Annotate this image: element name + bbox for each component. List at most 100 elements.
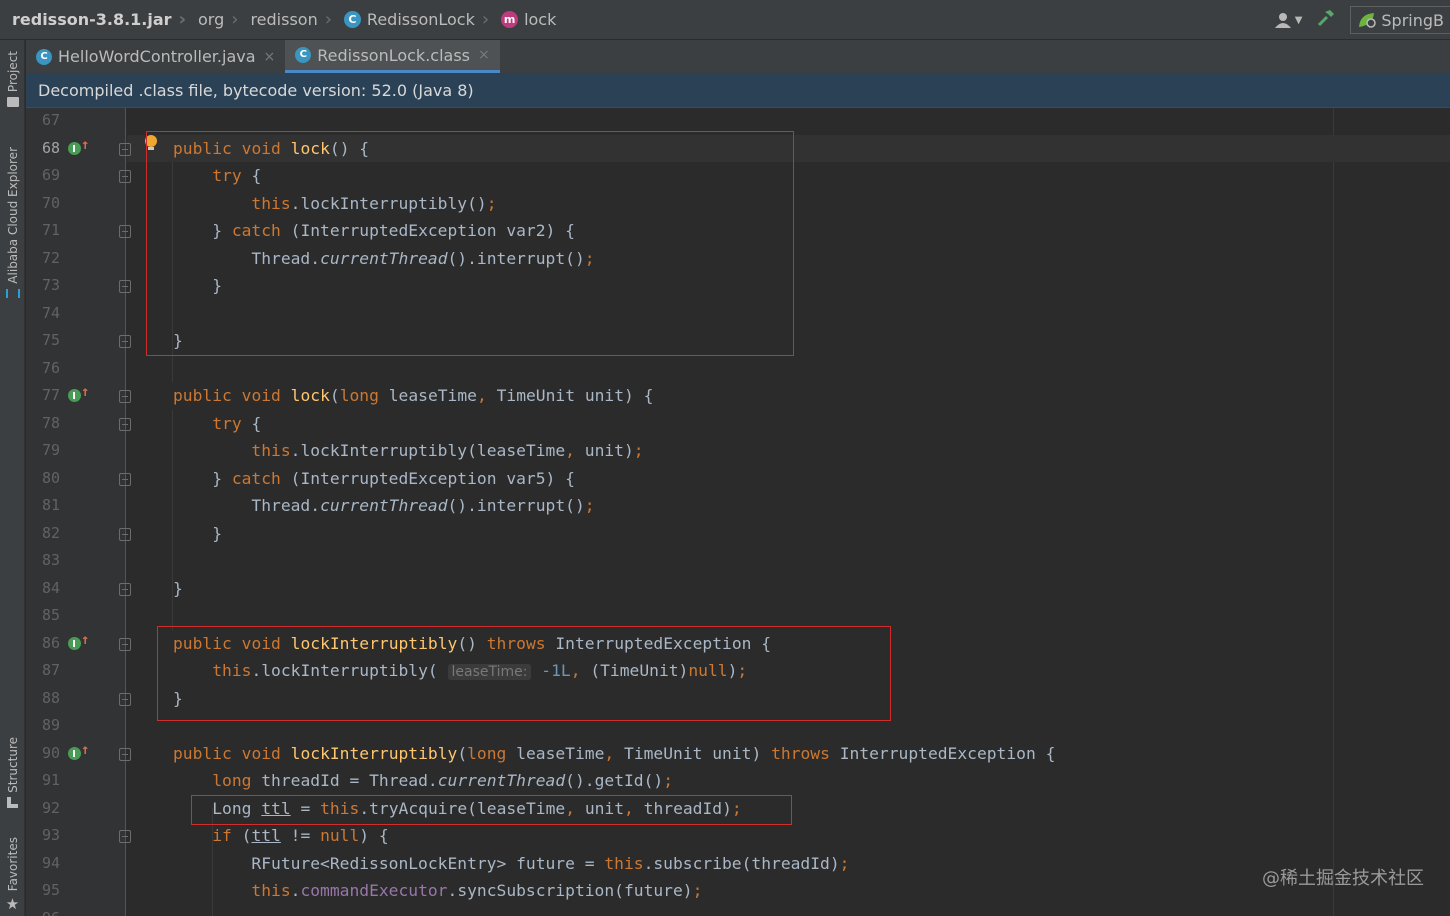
code-token: throws [771, 744, 830, 763]
editor-tab-bar: C HelloWordController.java × C RedissonL… [26, 40, 1450, 73]
fold-marker-icon[interactable] [119, 280, 131, 293]
code-token: currentThread [437, 771, 566, 790]
breadcrumb-method[interactable]: m lock [489, 0, 556, 40]
code-token: long [339, 386, 379, 405]
favorites-label: Favorites [5, 836, 20, 892]
chevron-right-icon: › [481, 9, 490, 30]
code-token: void [241, 744, 281, 763]
breadcrumb-label: RedissonLock [366, 10, 475, 29]
fold-marker-icon[interactable] [119, 335, 131, 348]
close-icon[interactable]: × [264, 49, 276, 65]
code-token: long [212, 771, 252, 790]
fold-marker-icon[interactable] [119, 418, 131, 431]
line-number: 76 [41, 359, 60, 377]
implements-method-icon[interactable]: ↑ [68, 742, 92, 762]
line-number: 90 [41, 744, 60, 762]
code-token: RFuture<RedissonLockEntry> [251, 854, 507, 873]
close-icon[interactable]: × [478, 47, 490, 63]
code-token: Thread [369, 771, 428, 790]
code-token: threadId [751, 854, 830, 873]
fold-marker-icon[interactable] [119, 583, 131, 596]
code-editor[interactable]: 67 68 69 70 71 72 73 74 75 76 77 78 79 8… [26, 108, 1450, 916]
code-token: public [173, 744, 232, 763]
line-number: 88 [41, 689, 60, 707]
fold-marker-icon[interactable] [119, 748, 131, 761]
code-token: leaseTime [388, 386, 477, 405]
fold-marker-icon[interactable] [119, 390, 131, 403]
fold-marker-icon[interactable] [119, 225, 131, 238]
annotation-box-lockinterruptibly [157, 626, 891, 721]
code-line-93[interactable]: if (ttl != null) { [173, 826, 389, 845]
code-token: TimeUnit [496, 386, 576, 405]
code-token: syncSubscription [457, 881, 615, 900]
code-line-78[interactable]: try { [173, 414, 261, 433]
tab-label: RedissonLock.class [317, 45, 470, 65]
code-token: lockInterruptibly [290, 744, 458, 763]
code-token: getId [594, 771, 644, 790]
structure-tool-button[interactable]: Structure [0, 730, 25, 815]
method-icon: m [501, 11, 519, 28]
line-number: 82 [41, 524, 60, 542]
code-token: InterruptedException [300, 469, 497, 488]
breadcrumb-package-redisson[interactable]: redisson › [238, 0, 331, 40]
code-line-82[interactable]: } [173, 524, 222, 543]
code-area[interactable]: 67 68 69 70 71 72 73 74 75 76 77 78 79 8… [26, 108, 1450, 916]
alibaba-cloud-explorer-label: Alibaba Cloud Explorer [5, 146, 20, 284]
breadcrumb-package-org[interactable]: org › [186, 0, 238, 40]
line-number: 83 [41, 551, 60, 569]
code-line-81[interactable]: Thread.currentThread().interrupt(); [173, 496, 594, 515]
alibaba-cloud-explorer-tool-button[interactable]: Alibaba Cloud Explorer [0, 140, 25, 305]
code-line-94[interactable]: RFuture<RedissonLockEntry> future = this… [173, 854, 849, 873]
code-line-95[interactable]: this.commandExecutor.syncSubscription(fu… [173, 881, 702, 900]
breadcrumb-label: redisson [250, 10, 318, 29]
code-line-84[interactable]: } [173, 579, 183, 598]
code-line-77[interactable]: public void lock(long leaseTime, TimeUni… [173, 386, 653, 405]
toolbar-right: ▼ SpringB [1274, 0, 1450, 40]
navigation-bar: redisson-3.8.1.jar › org › redisson › C Redi… [0, 0, 1450, 40]
breadcrumb-class[interactable]: C RedissonLock › [332, 0, 489, 40]
code-token: commandExecutor [300, 881, 448, 900]
line-number: 67 [41, 111, 60, 129]
line-number: 72 [41, 249, 60, 267]
implements-method-icon[interactable]: ↑ [68, 137, 92, 157]
favorites-tool-button[interactable]: Favorites ★ [0, 835, 25, 915]
chevron-down-icon: ▼ [1294, 14, 1303, 26]
fold-marker-icon[interactable] [119, 143, 131, 156]
project-tool-button[interactable]: Project [0, 44, 25, 114]
line-number: 89 [41, 716, 60, 734]
implements-method-icon[interactable]: ↑ [68, 632, 92, 652]
line-number: 84 [41, 579, 60, 597]
run-configuration-select[interactable]: SpringB [1350, 6, 1450, 34]
chevron-right-icon: › [178, 9, 186, 30]
fold-marker-icon[interactable] [119, 830, 131, 843]
fold-marker-icon[interactable] [119, 693, 131, 706]
annotation-box-tryacquire [191, 795, 792, 825]
line-number: 80 [41, 469, 60, 487]
build-hammer-button[interactable] [1316, 8, 1336, 32]
fold-marker-icon[interactable] [119, 638, 131, 651]
fold-marker-icon[interactable] [119, 473, 131, 486]
fold-marker-icon[interactable] [119, 170, 131, 183]
line-number: 94 [41, 854, 60, 872]
code-token: null [320, 826, 360, 845]
star-icon: ★ [5, 895, 20, 914]
line-number: 93 [41, 826, 60, 844]
code-line-91[interactable]: long threadId = Thread.currentThread().g… [173, 771, 673, 790]
implements-method-icon[interactable]: ↑ [68, 384, 92, 404]
line-number: 73 [41, 276, 60, 294]
tab-hellowordcontroller[interactable]: C HelloWordController.java × [26, 40, 285, 73]
hammer-icon [1318, 10, 1335, 27]
code-line-80[interactable]: } catch (InterruptedException var5) { [173, 469, 575, 488]
code-line-79[interactable]: this.lockInterruptibly(leaseTime, unit); [173, 441, 643, 460]
tab-redissonlock-class[interactable]: C RedissonLock.class × [285, 40, 500, 73]
breadcrumb-jar[interactable]: redisson-3.8.1.jar › [0, 0, 186, 40]
breadcrumb-jar-label: redisson-3.8.1.jar [12, 10, 172, 29]
code-line-90[interactable]: public void lockInterruptibly(long lease… [173, 744, 1055, 763]
fold-marker-icon[interactable] [119, 528, 131, 541]
class-icon: C [343, 11, 361, 28]
line-number: 69 [41, 166, 60, 184]
code-token: Thread [251, 496, 311, 515]
folder-icon [6, 97, 19, 108]
user-account-button[interactable]: ▼ [1274, 12, 1303, 28]
line-number: 87 [41, 661, 60, 679]
